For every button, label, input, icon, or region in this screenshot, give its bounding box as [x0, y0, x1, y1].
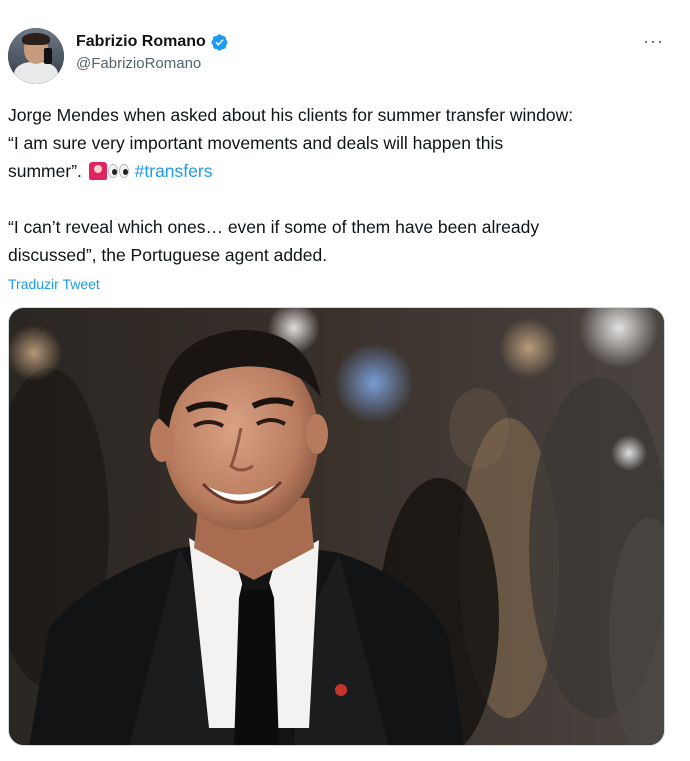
author-avatar[interactable]	[8, 28, 64, 84]
verified-badge-icon	[210, 33, 229, 52]
photo-illustration	[9, 308, 664, 745]
tweet: Fabrizio Romano @FabrizioRomano ··· Jorg…	[0, 0, 690, 761]
tweet-line: “I am sure very important movements and …	[8, 133, 504, 153]
hashtag-link[interactable]: #transfers	[135, 161, 213, 181]
user-info: Fabrizio Romano @FabrizioRomano	[76, 32, 229, 74]
tweet-line: Jorge Mendes when asked about his client…	[8, 105, 574, 125]
tweet-paragraph-2: “I can’t reveal which ones… even if some…	[8, 213, 676, 269]
tweet-line: discussed”, the Portuguese agent added.	[8, 245, 328, 265]
police-car-light-emoji-icon	[88, 162, 107, 180]
tweet-text: Jorge Mendes when asked about his client…	[8, 101, 676, 269]
display-name-row: Fabrizio Romano	[76, 32, 229, 52]
eyes-emoji-icon	[107, 164, 130, 178]
translate-tweet-link[interactable]: Traduzir Tweet	[8, 275, 100, 293]
author-display-name[interactable]: Fabrizio Romano	[76, 32, 206, 52]
tweet-paragraph-1: Jorge Mendes when asked about his client…	[8, 101, 676, 185]
more-options-icon[interactable]: ···	[643, 32, 664, 50]
tweet-line: summer”.	[8, 161, 82, 181]
author-handle[interactable]: @FabrizioRomano	[76, 54, 229, 74]
tweet-line: “I can’t reveal which ones… even if some…	[8, 217, 540, 237]
tweet-media-photo[interactable]	[8, 307, 665, 746]
